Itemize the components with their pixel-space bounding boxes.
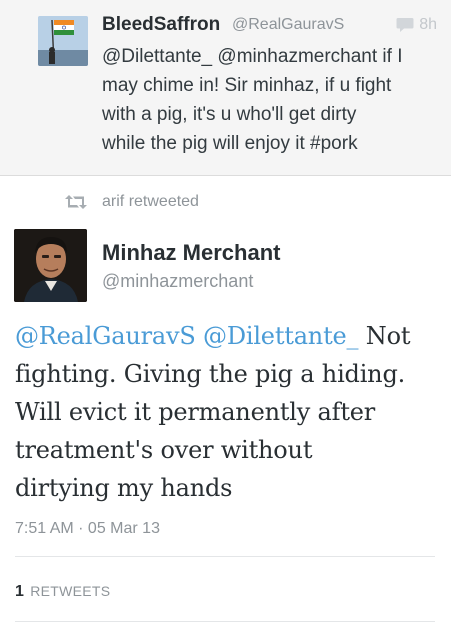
tweet-text-line: fighting. Giving the pig a hiding. (15, 360, 406, 388)
flag-avatar-icon (38, 16, 88, 66)
divider (15, 621, 435, 622)
tweet-text-fragment: Not (365, 322, 411, 350)
tweet-text-line: @RealGauravS @Dilettante_ Not (15, 317, 440, 355)
retweet-count: 1 (15, 583, 25, 600)
tweet-timestamp: 7:51 AM · 05 Mar 13 (15, 520, 160, 537)
tweet-text: @RealGauravS @Dilettante_ Not fighting. … (15, 317, 440, 507)
reply-author-handle[interactable]: @RealGauravS (232, 16, 344, 34)
tweet-text-line: treatment's over without (15, 436, 313, 464)
reply-tweet-text: @Dilettante_ @minhazmerchant if I may ch… (102, 42, 437, 158)
author-handle[interactable]: @minhazmerchant (102, 271, 253, 292)
reply-avatar[interactable] (38, 16, 88, 66)
reply-tweet-card[interactable]: BleedSaffron @RealGauravS 8h @Dilettante… (0, 0, 451, 176)
speech-bubble-icon (396, 18, 414, 32)
author-avatar[interactable] (14, 229, 87, 302)
retweet-count-row[interactable]: 1 RETWEETS (15, 583, 110, 601)
tweet-text-line: Will evict it permanently after (15, 398, 376, 426)
reply-text-line: may chime in! Sir minhaz, if u fight (102, 75, 392, 96)
divider (15, 556, 435, 557)
person-avatar-icon (14, 229, 87, 302)
retweeted-label: retweeted (128, 193, 199, 210)
mention-link[interactable]: @Dilettante_ (203, 322, 359, 350)
retweeter-name[interactable]: arif (102, 193, 124, 210)
reply-author-name[interactable]: BleedSaffron (102, 14, 220, 36)
reply-text-line: with a pig, it's u who'll get dirty (102, 104, 357, 125)
tweet-text-line: dirtying my hands (15, 474, 233, 502)
retweet-icon (65, 195, 87, 209)
reply-text-line: while the pig will enjoy it #pork (102, 133, 358, 154)
retweet-banner: arif retweeted (64, 193, 199, 211)
author-name[interactable]: Minhaz Merchant (102, 240, 280, 266)
reply-text-line: @Dilettante_ @minhazmerchant if I (102, 46, 403, 67)
reply-meta: 8h (396, 16, 437, 34)
reply-time: 8h (419, 16, 437, 33)
mention-link[interactable]: @RealGauravS (15, 322, 196, 350)
retweet-count-label: RETWEETS (30, 583, 111, 599)
